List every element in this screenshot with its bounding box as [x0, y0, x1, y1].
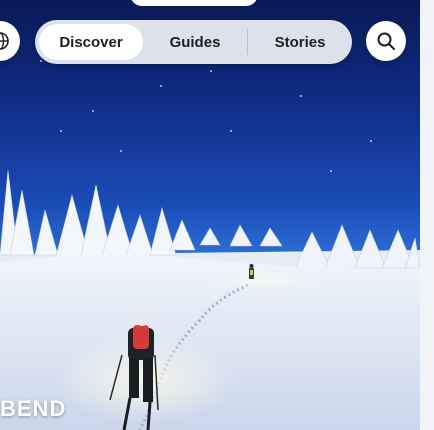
tab-discover[interactable]: Discover — [39, 24, 143, 60]
top-handle — [130, 0, 258, 6]
snow-landscape — [0, 169, 420, 430]
tab-bar: Discover Guides Stories — [35, 20, 352, 64]
search-button[interactable] — [366, 21, 406, 61]
tree-cluster-left — [0, 169, 196, 263]
distant-hiker — [249, 264, 254, 279]
tab-guides[interactable]: Guides — [143, 24, 247, 60]
hero-image: BEND — [0, 0, 420, 430]
tab-stories[interactable]: Stories — [248, 24, 352, 60]
search-icon — [377, 32, 395, 50]
right-edge-strip — [420, 0, 434, 430]
hero-title-fragment: BEND — [0, 396, 67, 421]
globe-icon — [0, 32, 9, 50]
distant-glow — [205, 274, 325, 290]
